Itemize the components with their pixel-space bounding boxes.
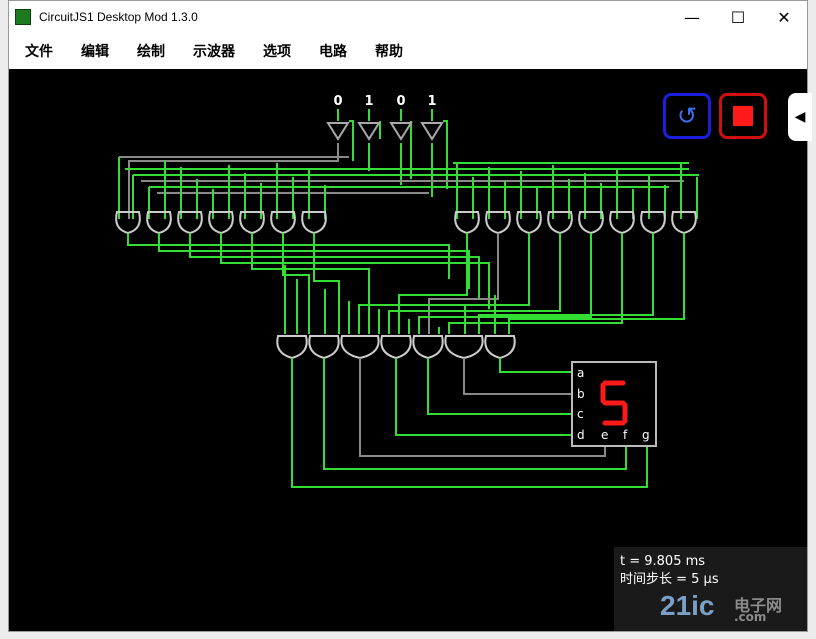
or-gate-c[interactable] bbox=[340, 335, 380, 360]
or-gate-f[interactable] bbox=[444, 335, 484, 360]
maximize-button[interactable]: ☐ bbox=[715, 1, 761, 33]
input-label-3[interactable]: 1 bbox=[427, 94, 436, 109]
reset-button[interactable]: ↺ bbox=[663, 93, 711, 139]
minimize-button[interactable]: — bbox=[669, 1, 715, 33]
menu-bar: 文件 编辑 绘制 示波器 选项 电路 帮助 bbox=[9, 33, 807, 69]
stop-button[interactable] bbox=[719, 93, 767, 139]
menu-circuits[interactable]: 电路 bbox=[303, 41, 359, 61]
menu-draw[interactable]: 绘制 bbox=[121, 41, 177, 61]
inverter-0[interactable] bbox=[326, 122, 350, 141]
and-gate-15[interactable] bbox=[671, 211, 697, 235]
timestep-readout: 时间步长 = 5 μs bbox=[620, 572, 719, 587]
watermark-com: .com bbox=[734, 610, 767, 624]
or-gate-a[interactable] bbox=[276, 335, 308, 360]
stop-icon bbox=[733, 106, 753, 126]
window-title: CircuitJS1 Desktop Mod 1.3.0 bbox=[39, 10, 198, 24]
collapse-panel-button[interactable]: ◀ bbox=[788, 93, 812, 141]
and-gate-8[interactable] bbox=[454, 211, 480, 235]
and-gate-7[interactable] bbox=[301, 211, 327, 235]
and-gates-row1[interactable] bbox=[115, 211, 697, 235]
and-gate-2[interactable] bbox=[146, 211, 172, 235]
middle-wiring bbox=[127, 233, 685, 334]
input-label-1[interactable]: 1 bbox=[364, 94, 373, 109]
and-gate-12[interactable] bbox=[578, 211, 604, 235]
menu-help[interactable]: 帮助 bbox=[359, 41, 415, 61]
inverter-1[interactable] bbox=[357, 122, 381, 141]
watermark-logo: 21ic 电子网 .com bbox=[660, 590, 810, 630]
chevron-left-icon: ◀ bbox=[794, 109, 806, 125]
or-gate-e[interactable] bbox=[412, 335, 444, 360]
app-logo-icon bbox=[15, 9, 31, 25]
app-window: CircuitJS1 Desktop Mod 1.3.0 — ☐ ✕ 文件 编辑… bbox=[8, 0, 812, 632]
pin-a: a bbox=[577, 366, 584, 380]
and-gate-14[interactable] bbox=[640, 211, 666, 235]
window-controls: — ☐ ✕ bbox=[669, 1, 807, 33]
and-gate-6[interactable] bbox=[270, 211, 296, 235]
pin-g: g bbox=[642, 428, 650, 442]
pin-b: b bbox=[577, 387, 585, 401]
menu-file[interactable]: 文件 bbox=[9, 41, 65, 61]
inverters[interactable] bbox=[326, 122, 444, 141]
close-button[interactable]: ✕ bbox=[761, 1, 807, 33]
inverter-3[interactable] bbox=[420, 122, 444, 141]
watermark-brand: 21ic bbox=[660, 590, 715, 621]
input-wires bbox=[128, 109, 448, 219]
pin-e: e bbox=[601, 428, 608, 442]
inverter-2[interactable] bbox=[389, 122, 413, 141]
decoder-bus bbox=[118, 156, 699, 219]
reset-icon: ↺ bbox=[676, 102, 698, 130]
input-label-2[interactable]: 0 bbox=[396, 94, 405, 109]
title-bar: CircuitJS1 Desktop Mod 1.3.0 — ☐ ✕ bbox=[9, 1, 807, 33]
or-gate-d[interactable] bbox=[380, 335, 412, 360]
time-readout: t = 9.805 ms bbox=[620, 554, 706, 569]
pin-d: d bbox=[577, 428, 585, 442]
menu-edit[interactable]: 编辑 bbox=[65, 41, 121, 61]
and-gate-13[interactable] bbox=[609, 211, 635, 235]
or-gate-g[interactable] bbox=[484, 335, 516, 360]
or-gate-b[interactable] bbox=[308, 335, 340, 360]
pin-c: c bbox=[577, 407, 584, 421]
input-label-0[interactable]: 0 bbox=[333, 94, 342, 109]
input-labels: 0 1 0 1 bbox=[333, 94, 436, 109]
menu-options[interactable]: 选项 bbox=[247, 41, 303, 61]
seven-segment-display[interactable]: a b c d e f g bbox=[571, 361, 657, 447]
or-gates-row2[interactable] bbox=[276, 335, 516, 360]
circuit-canvas[interactable]: 0 1 0 1 a b c d e f g ↺ ◀ t = 9.805 ms 时… bbox=[9, 69, 812, 631]
menu-scope[interactable]: 示波器 bbox=[177, 41, 247, 61]
